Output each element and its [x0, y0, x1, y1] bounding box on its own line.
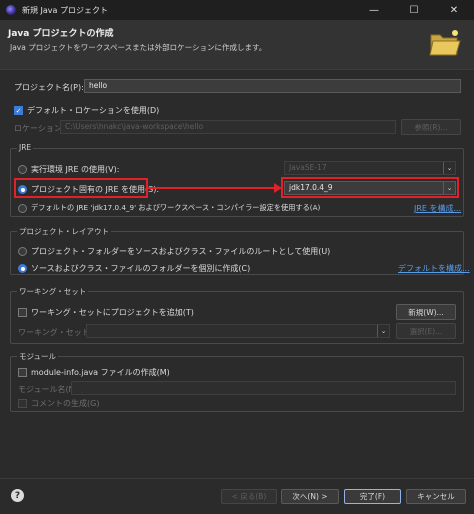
window-controls: — ☐ ✕ [354, 0, 474, 20]
module-group-title: モジュール [17, 351, 58, 362]
arrow-right-icon [148, 183, 282, 193]
module-name-input[interactable] [71, 381, 456, 395]
create-module-info-checkbox[interactable] [18, 368, 27, 377]
default-location-row[interactable]: ✓ デフォルト・ロケーションを使用(D) [14, 105, 159, 116]
chevron-down-icon: ⌄ [377, 325, 389, 337]
create-module-info-row[interactable]: module-info.java ファイルの作成(M) [18, 367, 170, 378]
layout-option2-radio[interactable] [18, 264, 27, 273]
wizard-header: Java プロジェクトの作成 Java プロジェクトをワークスペースまたは外部ロ… [0, 20, 474, 70]
project-name-row: プロジェクト名(P): [14, 82, 84, 93]
location-input[interactable]: C:\Users\hnakc\java-workspace\hello [60, 120, 396, 134]
page-description: Java プロジェクトをワークスペースまたは外部ロケーションに作成します。 [10, 43, 267, 52]
close-button[interactable]: ✕ [434, 0, 474, 20]
working-set-group-title: ワーキング・セット [17, 286, 89, 297]
configure-jre-link[interactable]: JRE を構成... [414, 203, 461, 214]
layout-option2-label: ソースおよびクラス・ファイルのフォルダーを個別に作成(C) [31, 264, 251, 273]
layout-option1-row[interactable]: プロジェクト・フォルダーをソースおよびクラス・ファイルのルートとして使用(U) [18, 246, 330, 257]
folder-icon [429, 30, 461, 56]
layout-option1-radio[interactable] [18, 247, 27, 256]
back-button[interactable]: < 戻る(B) [221, 489, 277, 504]
add-working-set-checkbox[interactable] [18, 308, 27, 317]
page-title: Java プロジェクトの作成 [8, 29, 114, 39]
new-working-set-button[interactable]: 新規(W)... [396, 304, 456, 320]
configure-default-link[interactable]: デフォルトを構成... [398, 263, 470, 274]
window-title: 新規 Java プロジェクト [22, 5, 108, 15]
title-bar: 新規 Java プロジェクト — ☐ ✕ [0, 0, 474, 20]
working-sets-combo[interactable]: ⌄ [86, 324, 390, 338]
project-name-label: プロジェクト名(P): [14, 83, 84, 92]
next-button[interactable]: 次へ(N) > [281, 489, 339, 504]
add-working-set-row[interactable]: ワーキング・セットにプロジェクトを追加(T) [18, 307, 194, 318]
layout-option2-row[interactable]: ソースおよびクラス・ファイルのフォルダーを個別に作成(C) [18, 263, 250, 274]
exec-env-combo[interactable]: JavaSE-17 ⌄ [284, 161, 456, 175]
cancel-button[interactable]: キャンセル [406, 489, 466, 504]
generate-comment-row[interactable]: コメントの生成(G) [18, 398, 99, 409]
generate-comment-label: コメントの生成(G) [31, 399, 100, 408]
default-jre-radio[interactable] [18, 203, 27, 213]
eclipse-app-icon [6, 5, 16, 15]
help-icon[interactable]: ? [11, 489, 24, 502]
create-module-info-label: module-info.java ファイルの作成(M) [31, 368, 170, 377]
exec-env-label: 実行環境 JRE の使用(V): [31, 165, 120, 174]
exec-env-value: JavaSE-17 [289, 163, 327, 172]
maximize-button[interactable]: ☐ [394, 0, 434, 20]
minimize-button[interactable]: — [354, 0, 394, 20]
chevron-down-icon: ⌄ [443, 162, 455, 174]
layout-option1-label: プロジェクト・フォルダーをソースおよびクラス・ファイルのルートとして使用(U) [31, 247, 331, 256]
default-jre-label: デフォルトの JRE 'jdk17.0.4_9' およびワークスペース・コンパイ… [31, 203, 321, 212]
default-location-label: デフォルト・ロケーションを使用(D) [27, 106, 160, 115]
exec-env-row[interactable]: 実行環境 JRE の使用(V): [18, 164, 119, 175]
finish-button[interactable]: 完了(F) [344, 489, 401, 504]
generate-comment-checkbox[interactable] [18, 399, 27, 408]
project-layout-group-title: プロジェクト・レイアウト [17, 226, 111, 237]
highlight-box-combo [281, 177, 459, 198]
add-working-set-label: ワーキング・セットにプロジェクトを追加(T) [31, 308, 194, 317]
exec-env-radio[interactable] [18, 165, 27, 174]
footer-separator [0, 478, 474, 479]
default-location-checkbox[interactable]: ✓ [14, 106, 23, 115]
project-name-input[interactable]: hello [84, 79, 461, 93]
select-working-set-button[interactable]: 選択(E)... [396, 323, 456, 339]
browse-button[interactable]: 参照(R)... [401, 119, 461, 135]
default-jre-row[interactable]: デフォルトの JRE 'jdk17.0.4_9' およびワークスペース・コンパイ… [18, 203, 320, 213]
jre-group-title: JRE [17, 143, 34, 152]
highlight-box-radio [14, 178, 148, 198]
